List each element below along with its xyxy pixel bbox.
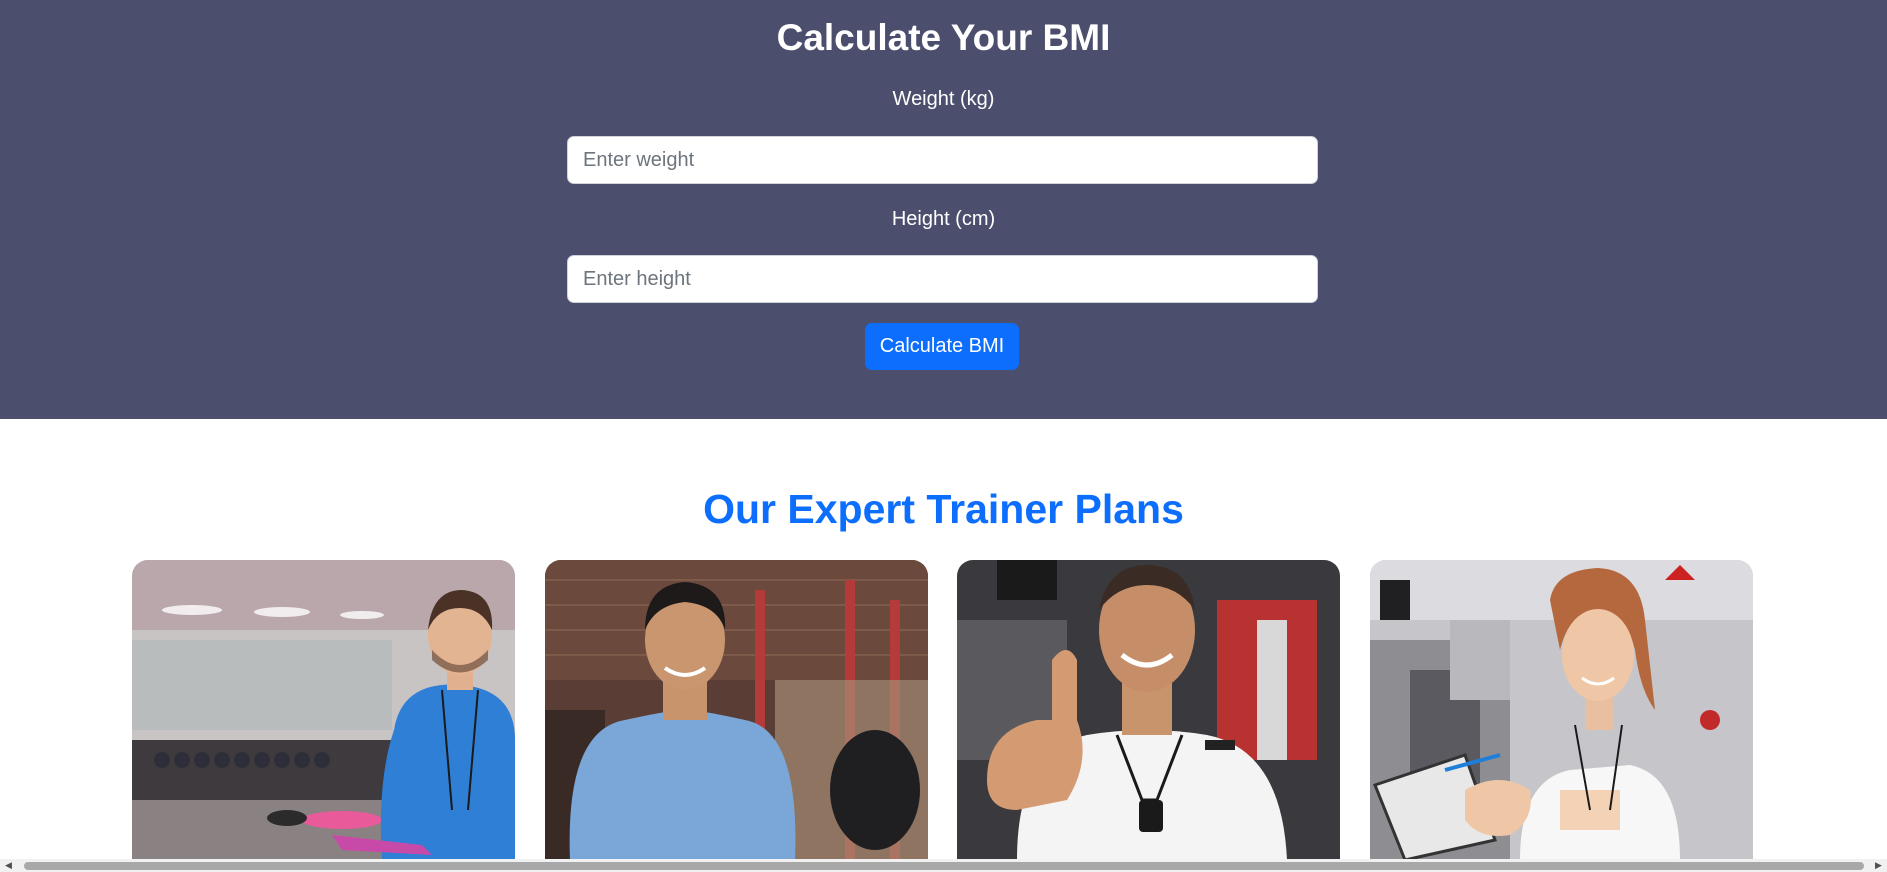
trainers-section-title: Our Expert Trainer Plans xyxy=(703,486,1184,532)
trainer-photo-3 xyxy=(957,560,1340,860)
trainer-card-4[interactable] xyxy=(1370,560,1753,860)
page: Calculate Your BMI Weight (kg) Height (c… xyxy=(0,0,1887,872)
height-input[interactable] xyxy=(567,255,1318,303)
bmi-title: Calculate Your BMI xyxy=(776,17,1111,58)
trainer-photo-4 xyxy=(1370,560,1753,860)
scrollbar-thumb[interactable] xyxy=(24,862,1864,870)
height-label: Height (cm) xyxy=(891,208,996,230)
weight-label: Weight (kg) xyxy=(892,88,995,110)
trainer-card-3[interactable] xyxy=(957,560,1340,860)
trainer-photo-1 xyxy=(132,560,515,860)
horizontal-scrollbar[interactable]: ◀ ▶ xyxy=(0,859,1887,872)
calculate-bmi-button[interactable]: Calculate BMI xyxy=(865,323,1019,370)
chevron-right-icon[interactable]: ▶ xyxy=(1870,859,1887,872)
trainer-card-2[interactable] xyxy=(545,560,928,860)
weight-input[interactable] xyxy=(567,136,1318,184)
bmi-calculator-section: Calculate Your BMI Weight (kg) Height (c… xyxy=(0,0,1887,419)
chevron-left-icon[interactable]: ◀ xyxy=(0,859,17,872)
trainer-card-1[interactable] xyxy=(132,560,515,860)
trainer-photo-2 xyxy=(545,560,928,860)
